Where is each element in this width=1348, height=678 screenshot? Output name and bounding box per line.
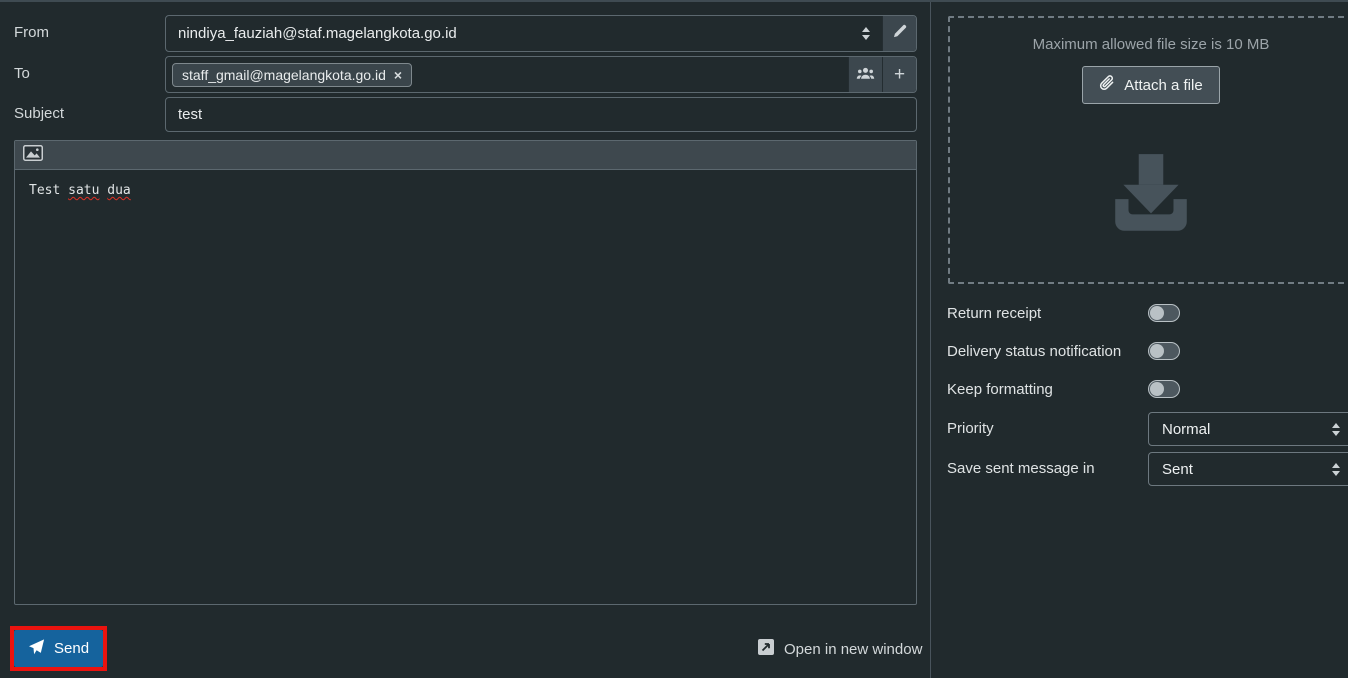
keep-formatting-label: Keep formatting — [947, 381, 1053, 398]
attachment-dropzone[interactable]: Maximum allowed file size is 10 MB Attac… — [948, 16, 1348, 284]
open-in-new-window-link[interactable]: Open in new window — [757, 638, 922, 660]
send-button[interactable]: Send — [14, 630, 103, 667]
image-icon — [23, 145, 43, 166]
attach-file-label: Attach a file — [1124, 77, 1202, 94]
to-label: To — [14, 65, 30, 82]
to-input[interactable]: staff_gmail@magelangkota.go.id × — [166, 57, 848, 92]
download-tray-icon — [1105, 150, 1197, 245]
body-text: Test — [29, 183, 60, 198]
chevron-updown-icon — [862, 27, 870, 40]
save-sent-select[interactable]: Sent — [1148, 452, 1348, 486]
paperclip-icon — [1099, 75, 1115, 95]
to-group: staff_gmail@magelangkota.go.id × + — [165, 56, 917, 93]
editor-toolbar — [15, 141, 916, 170]
from-select-value: nindiya_fauziah@staf.magelangkota.go.id — [178, 25, 457, 42]
from-label: From — [14, 24, 49, 41]
priority-value: Normal — [1162, 421, 1210, 438]
return-receipt-toggle[interactable] — [1148, 304, 1180, 322]
subject-input[interactable] — [165, 97, 917, 132]
save-sent-label: Save sent message in — [947, 460, 1095, 477]
panel-divider — [930, 2, 931, 678]
delivery-status-toggle[interactable] — [1148, 342, 1180, 360]
message-body-textarea[interactable]: Test satu dua — [15, 170, 916, 604]
message-editor: Test satu dua — [14, 140, 917, 605]
paper-plane-icon — [28, 639, 45, 659]
body-text-misspelled: satu — [68, 183, 99, 198]
recipient-chip-text: staff_gmail@magelangkota.go.id — [182, 67, 386, 83]
body-text-misspelled: dua — [107, 183, 130, 198]
from-select[interactable]: nindiya_fauziah@staf.magelangkota.go.id — [166, 16, 882, 51]
attach-file-button[interactable]: Attach a file — [1082, 66, 1219, 104]
compose-window: From To Subject nindiya_fauziah@staf.mag… — [0, 0, 1348, 678]
plus-icon: + — [894, 64, 905, 86]
chevron-updown-icon — [1332, 463, 1340, 476]
save-sent-value: Sent — [1162, 461, 1193, 478]
subject-label: Subject — [14, 105, 64, 122]
people-icon — [856, 64, 875, 86]
recipient-chip[interactable]: staff_gmail@magelangkota.go.id × — [172, 63, 412, 87]
add-recipient-button[interactable]: + — [882, 57, 916, 92]
delivery-status-label: Delivery status notification — [947, 343, 1121, 360]
return-receipt-label: Return receipt — [947, 305, 1041, 322]
from-group: nindiya_fauziah@staf.magelangkota.go.id — [165, 15, 917, 52]
send-button-highlight: Send — [10, 626, 107, 671]
edit-identity-button[interactable] — [882, 16, 916, 51]
keep-formatting-toggle[interactable] — [1148, 380, 1180, 398]
max-file-size-note: Maximum allowed file size is 10 MB — [1033, 36, 1270, 53]
pencil-icon — [892, 23, 907, 45]
priority-select[interactable]: Normal — [1148, 412, 1348, 446]
external-link-icon — [757, 638, 775, 660]
chevron-updown-icon — [1332, 423, 1340, 436]
priority-label: Priority — [947, 420, 994, 437]
send-button-label: Send — [54, 640, 89, 657]
contacts-button[interactable] — [848, 57, 882, 92]
insert-image-button[interactable] — [23, 145, 43, 166]
open-in-new-window-label: Open in new window — [784, 641, 922, 658]
remove-recipient-icon[interactable]: × — [394, 68, 402, 82]
